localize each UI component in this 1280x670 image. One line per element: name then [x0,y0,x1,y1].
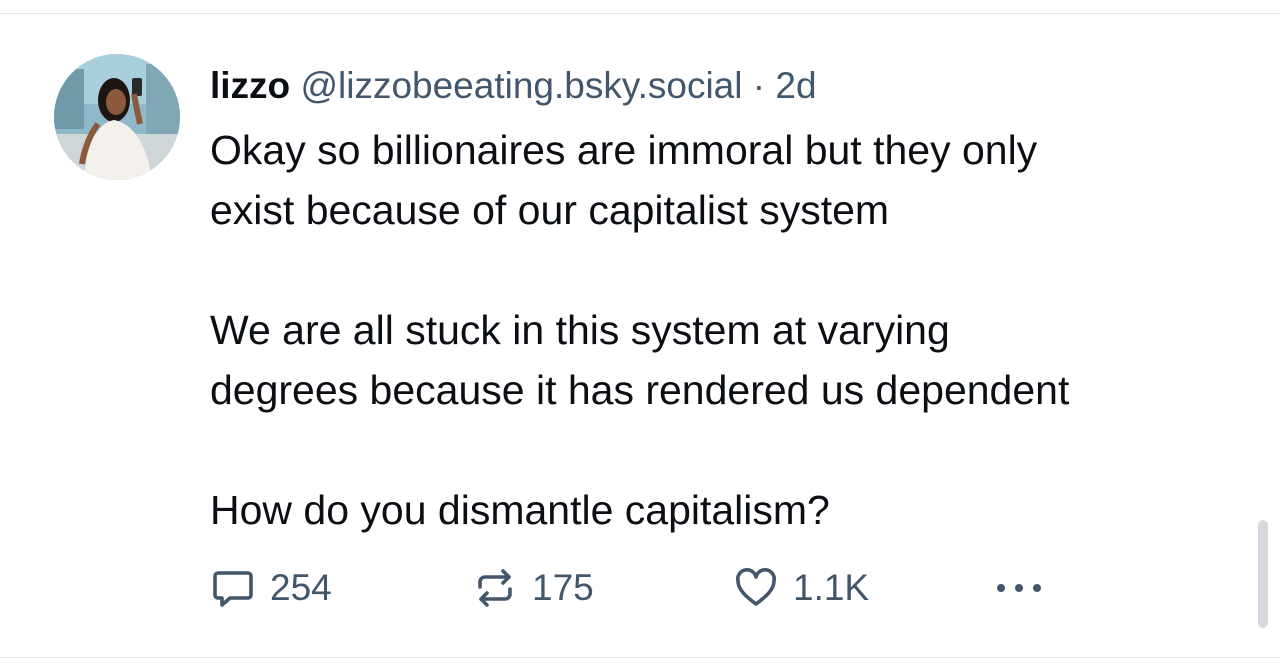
post-paragraph: How do you dismantle capitalism? [210,487,830,533]
header-separator: · [752,65,766,106]
post-age[interactable]: 2d [775,65,816,106]
author-handle[interactable]: @lizzobeeating.bsky.social [300,65,742,106]
repost-button[interactable]: 175 [472,560,594,616]
post-actions: 254 175 1.1K [210,560,1070,616]
post-paragraph: Okay so billionaires are immoral but the… [210,127,1038,233]
repost-icon [472,565,518,611]
post-paragraph: We are all stuck in this system at varyi… [210,307,1070,413]
more-options-button[interactable] [993,560,1059,616]
top-divider [0,13,1280,14]
post-header: lizzo @lizzobeeating.bsky.social · 2d [210,58,1250,114]
reply-button[interactable]: 254 [210,560,332,616]
author-display-name[interactable]: lizzo [210,65,290,106]
post-card: lizzo @lizzobeeating.bsky.social · 2d Ok… [0,0,1280,670]
like-button[interactable]: 1.1K [733,560,869,616]
comment-icon [210,565,256,611]
bottom-divider [0,657,1280,658]
post-content: lizzo @lizzobeeating.bsky.social · 2d Ok… [210,58,1250,540]
heart-icon [733,565,779,611]
scrollbar-thumb[interactable] [1258,520,1268,628]
like-count: 1.1K [793,567,870,608]
user-avatar-photo-icon [54,54,180,180]
avatar[interactable] [54,54,180,180]
post-text: Okay so billionaires are immoral but the… [210,120,1250,540]
reply-count: 254 [270,567,332,608]
repost-count: 175 [532,567,594,608]
more-options-icon [993,578,1045,598]
